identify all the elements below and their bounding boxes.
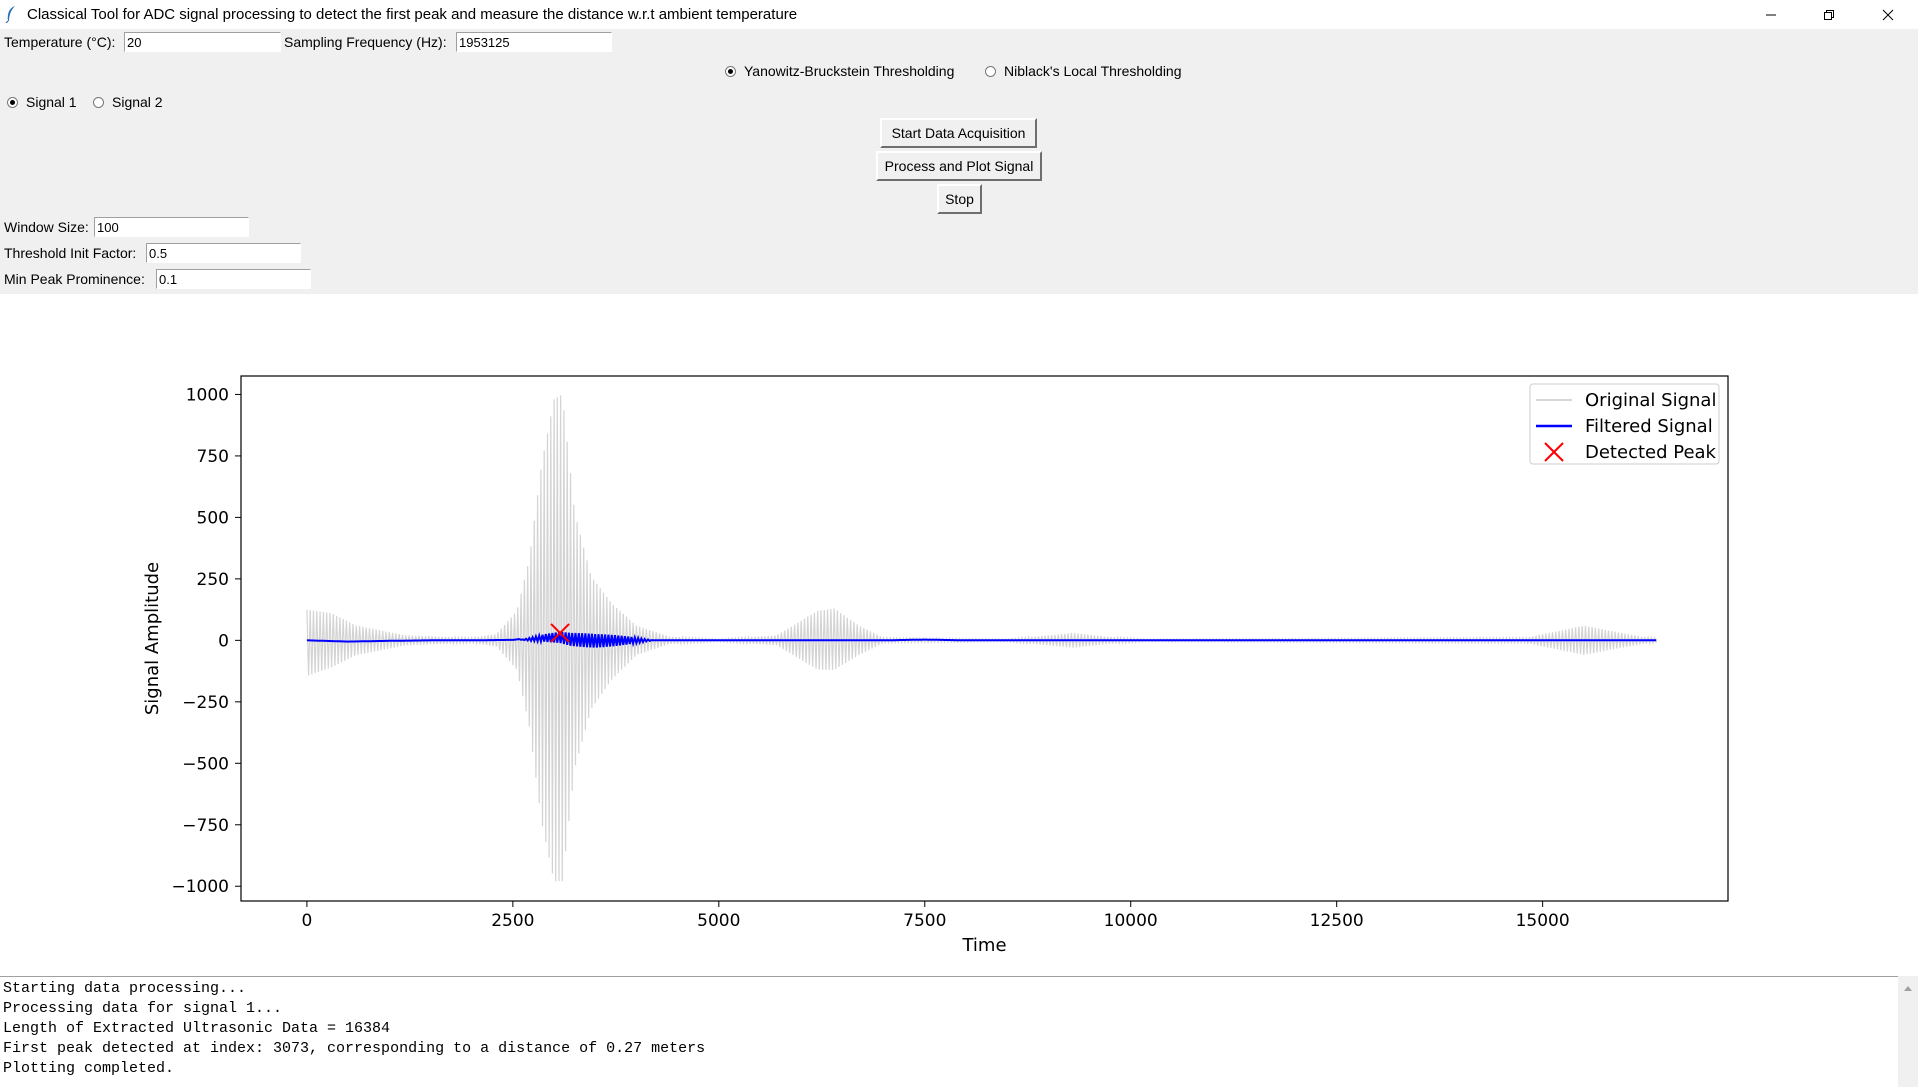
y-tick-label: −250 [182, 693, 229, 713]
scroll-up-arrow-icon[interactable] [1898, 980, 1918, 996]
threshold-init-factor-label: Threshold Init Factor: [4, 245, 137, 261]
temperature-input[interactable] [124, 32, 281, 52]
title-bar: Classical Tool for ADC signal processing… [0, 0, 1918, 29]
radio-label: Signal 2 [112, 94, 163, 110]
y-tick-label: −1000 [171, 877, 229, 897]
signal-chart: 0 2500 5000 7500 10000 12500 15000100075050025… [142, 375, 1729, 956]
radio-niblack[interactable]: Niblack's Local Thresholding [985, 62, 1182, 80]
legend-original-signal: Original Signal [1585, 390, 1716, 411]
window-size-input[interactable] [94, 217, 249, 237]
restore-button[interactable] [1800, 0, 1858, 29]
log-line: Length of Extracted Ultrasonic Data = 16… [3, 1020, 391, 1037]
y-tick-label: 750 [197, 447, 229, 467]
plot-axes-frame [240, 375, 1729, 902]
log-line: Starting data processing... [3, 980, 247, 997]
plot-canvas: 0 2500 5000 7500 10000 12500 15000 1000 750 500 25… [0, 294, 1918, 976]
y-tick-label: −750 [182, 816, 229, 836]
minimize-icon [1766, 14, 1776, 15]
radio-yanowitz-bruckstein[interactable]: Yanowitz-Bruckstein Thresholding [725, 62, 954, 80]
log-scrollbar[interactable] [1898, 976, 1918, 1087]
log-line: Plotting completed. [3, 1060, 175, 1077]
sampling-frequency-label: Sampling Frequency (Hz): [284, 34, 447, 50]
radio-signal-2[interactable]: Signal 2 [93, 93, 163, 111]
temperature-label: Temperature (°C): [4, 34, 116, 50]
window-title: Classical Tool for ADC signal processing… [27, 6, 798, 23]
log-line: First peak detected at index: 3073, corr… [3, 1040, 706, 1057]
process-and-plot-button[interactable]: Process and Plot Signal [876, 151, 1042, 181]
sampling-frequency-input[interactable] [456, 32, 612, 52]
start-data-acquisition-button[interactable]: Start Data Acquisition [880, 118, 1037, 148]
window-size-label: Window Size: [4, 219, 89, 235]
x-tick-label: 15000 [1516, 911, 1570, 931]
log-output: Starting data processing... Processing d… [0, 976, 1898, 1087]
x-tick-label: 7500 [903, 911, 946, 931]
radio-dot-icon [7, 96, 18, 108]
x-axis-label: Time [961, 935, 1006, 956]
x-tick-label: 10000 [1104, 911, 1158, 931]
close-button[interactable] [1858, 0, 1918, 29]
close-icon [1882, 9, 1894, 20]
min-peak-prominence-label: Min Peak Prominence: [4, 271, 145, 287]
min-peak-prominence-input[interactable] [156, 269, 311, 289]
legend-filtered-signal: Filtered Signal [1585, 416, 1713, 437]
y-tick-label: −500 [182, 754, 229, 774]
y-tick-label: 500 [197, 508, 229, 528]
y-tick-label: 250 [197, 570, 229, 590]
y-tick-label: 1000 [186, 385, 229, 405]
restore-icon [1824, 9, 1834, 20]
feather-icon [5, 6, 15, 23]
y-axis-label: Signal Amplitude [142, 562, 163, 715]
x-tick-label: 0 [301, 911, 312, 931]
radio-dot-icon [93, 96, 104, 108]
x-tick-label: 12500 [1310, 911, 1364, 931]
log-line: Processing data for signal 1... [3, 1000, 283, 1017]
radio-label: Niblack's Local Thresholding [1004, 63, 1182, 79]
threshold-init-factor-input[interactable] [146, 243, 301, 263]
radio-dot-icon [985, 65, 996, 77]
radio-label: Signal 1 [26, 94, 77, 110]
original-signal-line [306, 395, 1657, 882]
legend-detected-peak: Detected Peak [1585, 442, 1717, 463]
radio-label: Yanowitz-Bruckstein Thresholding [744, 63, 955, 79]
radio-dot-icon [725, 65, 736, 77]
x-tick-label: 2500 [491, 911, 534, 931]
stop-button[interactable]: Stop [937, 184, 982, 214]
y-tick-label: 0 [218, 631, 229, 651]
radio-signal-1[interactable]: Signal 1 [7, 93, 77, 111]
x-tick-label: 5000 [697, 911, 740, 931]
chart-legend: Original Signal Filtered Signal Detected P… [1529, 383, 1720, 465]
minimize-button[interactable] [1742, 0, 1800, 29]
